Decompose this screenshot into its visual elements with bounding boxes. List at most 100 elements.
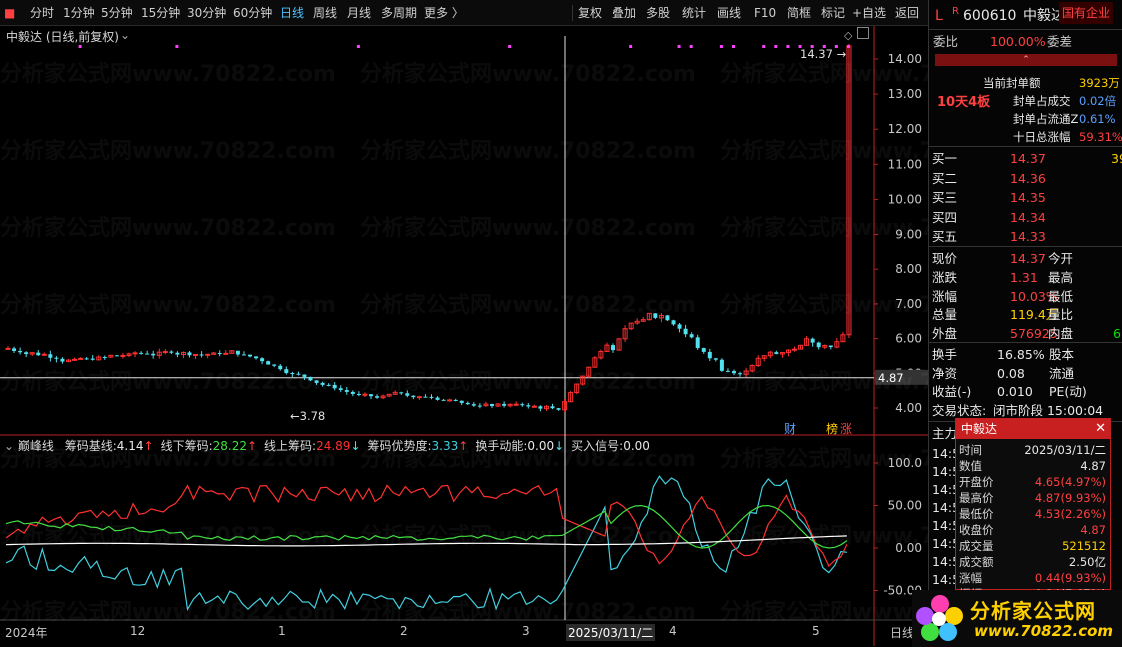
- candle-body-up: [205, 353, 211, 356]
- finance-marker[interactable]: 财: [784, 420, 796, 437]
- overlay-button[interactable]: 叠加: [612, 0, 636, 26]
- candle-body-down: [187, 352, 192, 356]
- adjust-button[interactable]: 复权: [578, 0, 602, 26]
- candle-body-down: [477, 405, 482, 407]
- draw-line-button[interactable]: 画线: [717, 0, 741, 26]
- candle-body-down: [423, 396, 428, 398]
- period-5min[interactable]: 5分钟: [101, 0, 133, 26]
- popup-row: 最低价 4.53(2.26%): [959, 507, 1106, 521]
- signal-dot: [774, 45, 778, 48]
- signal-dot: [508, 45, 512, 48]
- add-watchlist-button[interactable]: +自选: [852, 0, 886, 26]
- candle-body-down: [411, 395, 416, 398]
- candle-body-down: [520, 404, 525, 406]
- period-indicator[interactable]: 日线: [890, 624, 914, 641]
- candle-body-down: [344, 389, 349, 392]
- date-tick-label: 2: [400, 624, 408, 638]
- period-15min[interactable]: 15分钟: [141, 0, 180, 26]
- signal-dot: [786, 45, 790, 48]
- price-tick-label: 13.00: [888, 87, 922, 101]
- candle-body-down: [60, 358, 65, 362]
- signal-dot: [356, 45, 360, 48]
- candle-body-down: [435, 397, 440, 400]
- stock-code: 600610: [963, 8, 1017, 24]
- maximize-icon[interactable]: [857, 27, 869, 39]
- simple-frame-button[interactable]: 简框: [787, 0, 811, 26]
- diamond-icon[interactable]: ◇: [844, 29, 852, 42]
- candle-body-down: [217, 352, 222, 354]
- chart-dropdown-icon[interactable]: ⌄: [120, 28, 130, 42]
- collapse-toggle[interactable]: ⌃: [935, 54, 1117, 66]
- stock-square-icon: ■: [4, 6, 16, 20]
- multi-stock-button[interactable]: 多股: [646, 0, 670, 26]
- sector-badge[interactable]: 国有企业: [1059, 2, 1114, 24]
- weibi-label: 委比: [933, 34, 959, 49]
- period-monthly[interactable]: 月线: [347, 0, 371, 26]
- date-tick-label: 12: [130, 624, 146, 638]
- mark-button[interactable]: 标记: [821, 0, 845, 26]
- signal-dot: [719, 45, 723, 48]
- candle-body-down: [828, 345, 833, 348]
- kline-chart-area[interactable]: 14.00 13.00 12.00 11.00 10.00 9.00 8.00 7.00 6.0…: [0, 26, 928, 646]
- date-tick-label: 2025/03/11/二: [566, 624, 656, 641]
- indicator-name[interactable]: 巅峰线: [18, 439, 54, 453]
- candle-body-down: [538, 406, 543, 409]
- candle-body-up: [41, 353, 47, 356]
- candle-body-down: [139, 352, 144, 354]
- candle-body-down: [369, 394, 373, 397]
- period-more[interactable]: 更多 〉: [424, 0, 464, 26]
- chip-advantage-line: [5, 475, 847, 612]
- price-tick-label: 12.00: [888, 122, 922, 136]
- limit-up-marker[interactable]: 涨: [840, 420, 852, 437]
- period-60min[interactable]: 60分钟: [233, 0, 272, 26]
- period-daily[interactable]: 日线: [280, 0, 304, 26]
- popup-row: 涨幅 0.44(9.93%): [959, 571, 1106, 585]
- list-marker[interactable]: 榜: [826, 420, 838, 437]
- back-button[interactable]: 返回: [895, 0, 919, 26]
- period-intraday[interactable]: 分时: [30, 0, 54, 26]
- indicator-param: 换手动能:0.00↓: [475, 439, 565, 453]
- candle-body-down: [441, 399, 446, 401]
- candle-body-down: [713, 358, 718, 360]
- period-multi[interactable]: 多周期: [381, 0, 417, 26]
- bid-level-row[interactable]: 买五 14.33: [929, 226, 1122, 248]
- period-1min[interactable]: 1分钟: [63, 0, 95, 26]
- candle-body-down: [556, 408, 561, 410]
- indicator-arrow-icon[interactable]: ⌄: [4, 439, 14, 453]
- candle-body-down: [774, 352, 779, 354]
- indicator-param: 线下筹码:28.22↑: [160, 439, 258, 453]
- candle-body-down: [356, 393, 361, 395]
- f10-button[interactable]: F10: [754, 0, 776, 26]
- price-tick-label: 14.00: [888, 52, 922, 66]
- stats-button[interactable]: 统计: [682, 0, 706, 26]
- candle-body-down: [48, 354, 53, 358]
- date-tick-label: 3: [522, 624, 530, 638]
- candle-body-down: [54, 357, 59, 359]
- signal-dot: [629, 45, 633, 48]
- crosshair-price-label: 4.87: [878, 371, 904, 385]
- indicator-param: 线上筹码:24.89↓: [264, 439, 361, 453]
- candle-body-down: [695, 337, 700, 349]
- kline-svg[interactable]: 14.0013.0012.0011.0010.009.008.007.006.0…: [0, 26, 928, 646]
- candle-body-down: [84, 358, 89, 360]
- close-icon[interactable]: ✕: [1095, 419, 1106, 439]
- price-tick-label: 11.00: [888, 157, 922, 171]
- candle-body-down: [338, 388, 343, 390]
- popup-row: 最高价 4.87(9.93%): [959, 491, 1106, 505]
- candle-body-down: [145, 353, 150, 355]
- bar-info-popup: 中毅达 ✕ 时间 2025/03/11/二 数值 4.87 开盘价 4.65(4.97%)…: [955, 418, 1111, 601]
- logo-url: www.70822.com: [974, 622, 1114, 640]
- date-tick-label: 5: [812, 624, 820, 638]
- candle-body-down: [459, 400, 464, 403]
- candle-body-down: [248, 354, 252, 357]
- signal-dot: [677, 45, 681, 48]
- candle-body-down: [254, 356, 259, 359]
- indicator-param: 筹码基线:4.14↑: [64, 439, 154, 453]
- candle-body-down: [169, 351, 174, 353]
- tag-r: R: [952, 6, 959, 17]
- period-weekly[interactable]: 周线: [313, 0, 337, 26]
- weibi-value: 100.00%: [990, 34, 1046, 49]
- date-tick-label: 2024年: [5, 626, 48, 640]
- period-30min[interactable]: 30分钟: [187, 0, 226, 26]
- candle-body-down: [326, 384, 331, 386]
